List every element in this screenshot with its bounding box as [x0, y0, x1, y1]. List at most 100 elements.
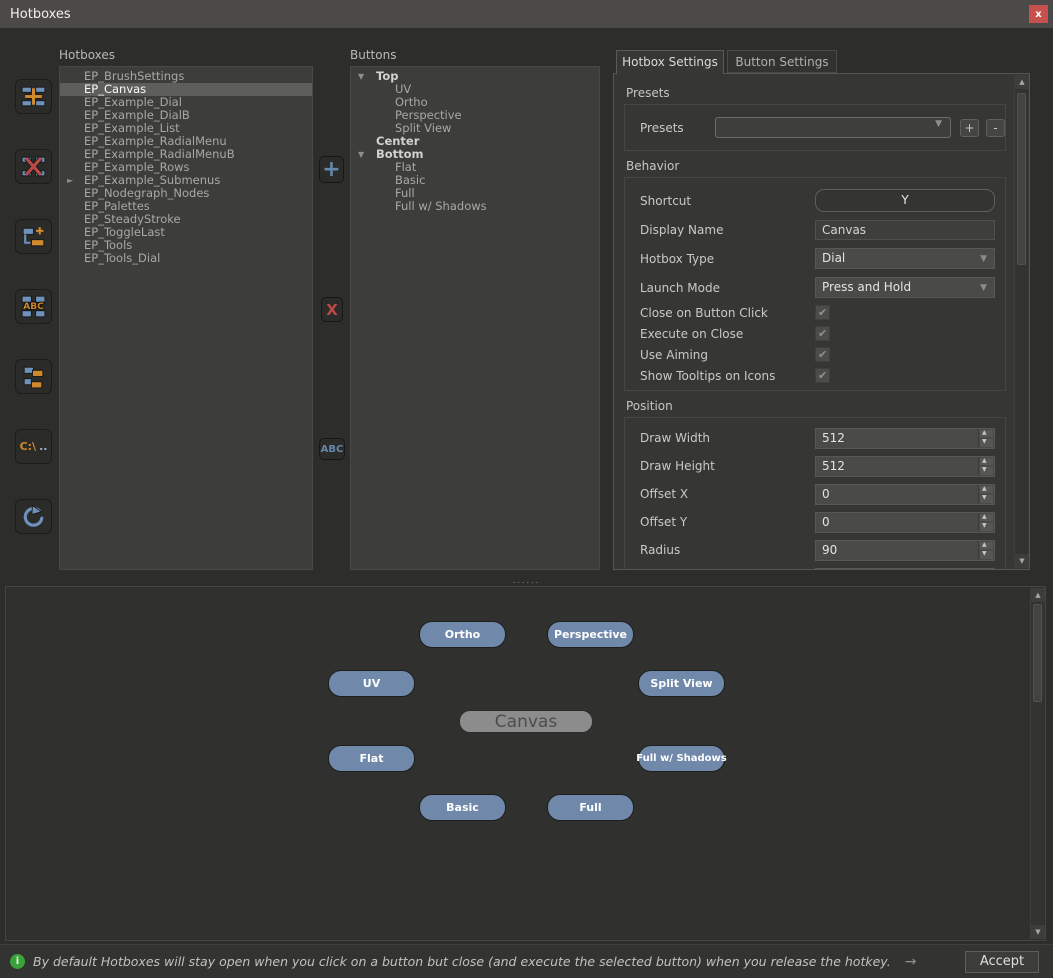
arrow-right-icon: → — [905, 954, 917, 970]
preview-button-basic[interactable]: Basic — [419, 794, 506, 821]
tree-item[interactable]: UV — [351, 83, 599, 96]
show-tooltips-checkbox[interactable] — [815, 368, 830, 383]
scroll-up-icon[interactable]: ▲ — [1015, 75, 1029, 89]
delete-button-button[interactable]: X — [321, 297, 343, 322]
scroll-down-icon[interactable]: ▼ — [1031, 925, 1045, 939]
rename-hotbox-button[interactable]: ABC — [15, 289, 52, 324]
spinner-arrows — [978, 429, 994, 448]
tab-hotbox-settings[interactable]: Hotbox Settings — [616, 50, 724, 74]
use-aiming-label: Use Aiming — [640, 348, 815, 362]
tree-group-bottom[interactable]: ▼Bottom — [351, 148, 599, 161]
hotbox-type-label: Hotbox Type — [640, 252, 815, 266]
preview-button-full-w-shadows[interactable]: Full w/ Shadows — [638, 745, 725, 772]
rename-button-button[interactable]: ABC — [319, 438, 345, 460]
tree-group-top[interactable]: ▼ Top — [351, 70, 599, 83]
show-tooltips-label: Show Tooltips on Icons — [640, 369, 815, 383]
open-hotbox-folder-button[interactable]: C:\ .. — [15, 429, 52, 464]
preview-center-canvas[interactable]: Canvas — [459, 710, 593, 733]
launch-mode-label: Launch Mode — [640, 281, 815, 295]
scroll-down-icon[interactable]: ▼ — [1015, 554, 1029, 568]
draw-width-spinner[interactable]: 512 — [815, 428, 995, 449]
reload-hotboxes-button[interactable] — [15, 499, 52, 534]
tree-item[interactable]: Ortho — [351, 96, 599, 109]
use-aiming-checkbox[interactable] — [815, 347, 830, 362]
hotbox-preview: Ortho Perspective UV Split View Canvas F… — [5, 586, 1046, 941]
clipped-spinner[interactable] — [815, 568, 995, 571]
tree-group-label: Top — [376, 69, 398, 83]
tree-item[interactable]: Basic — [351, 174, 599, 187]
tree-item[interactable]: Flat — [351, 161, 599, 174]
spin-down-icon[interactable] — [980, 495, 993, 503]
spin-up-icon[interactable] — [980, 514, 993, 522]
preview-scrollbar[interactable]: ▲ ▼ — [1030, 588, 1044, 939]
preview-button-perspective[interactable]: Perspective — [547, 621, 634, 648]
execute-on-close-label: Execute on Close — [640, 327, 815, 341]
preview-button-split-view[interactable]: Split View — [638, 670, 725, 697]
preset-add-button[interactable]: + — [960, 119, 979, 137]
spin-up-icon[interactable] — [980, 542, 993, 550]
spin-up-icon[interactable] — [980, 458, 993, 466]
info-icon: i — [10, 954, 25, 969]
spin-down-icon[interactable] — [980, 467, 993, 475]
collapse-arrow-icon[interactable]: ▼ — [358, 148, 364, 161]
draw-height-spinner[interactable]: 512 — [815, 456, 995, 477]
accept-button[interactable]: Accept — [965, 951, 1039, 973]
offset-x-spinner[interactable]: 0 — [815, 484, 995, 505]
add-button-button[interactable]: + — [319, 156, 344, 183]
offset-y-label: Offset Y — [640, 515, 815, 529]
spin-up-icon[interactable] — [980, 570, 993, 571]
collapse-arrow-icon[interactable]: ▼ — [358, 70, 364, 83]
add-hotbox-button[interactable] — [15, 79, 52, 114]
preview-button-flat[interactable]: Flat — [328, 745, 415, 772]
execute-on-close-checkbox[interactable] — [815, 326, 830, 341]
offset-y-spinner[interactable]: 0 — [815, 512, 995, 533]
drive-path-label: C:\ — [20, 440, 37, 453]
scrollbar-thumb[interactable] — [1033, 604, 1042, 702]
radius-spinner[interactable]: 90 — [815, 540, 995, 561]
draw-height-value: 512 — [816, 457, 978, 476]
new-child-hotbox-button[interactable] — [15, 219, 52, 254]
display-name-label: Display Name — [640, 223, 815, 237]
spin-up-icon[interactable] — [980, 430, 993, 438]
close-on-button-click-checkbox[interactable] — [815, 305, 830, 320]
buttons-tree: ▼Top UV Ortho Perspective Split View Cen… — [350, 66, 600, 570]
offset-y-value: 0 — [816, 513, 978, 532]
spin-down-icon[interactable] — [980, 523, 993, 531]
presets-dropdown[interactable] — [715, 117, 951, 138]
list-item[interactable]: EP_Tools_Dial — [60, 252, 312, 265]
spin-up-icon[interactable] — [980, 486, 993, 494]
launch-mode-dropdown[interactable]: Press and Hold — [815, 277, 995, 298]
expand-arrow-icon[interactable]: ► — [67, 174, 73, 187]
spin-down-icon[interactable] — [980, 551, 993, 559]
scroll-up-icon[interactable]: ▲ — [1031, 588, 1045, 602]
preset-remove-button[interactable]: - — [986, 119, 1005, 137]
shortcut-label: Shortcut — [640, 194, 815, 208]
delete-hotbox-button[interactable] — [15, 149, 52, 184]
position-group: Draw Width 512 Draw Height 512 Offset X … — [624, 417, 1006, 570]
preview-button-ortho[interactable]: Ortho — [419, 621, 506, 648]
hotbox-type-dropdown[interactable]: Dial — [815, 248, 995, 269]
spinner-arrows — [978, 485, 994, 504]
panel-splitter[interactable]: ...... — [0, 576, 1053, 585]
draw-height-label: Draw Height — [640, 459, 815, 473]
hotbox-type-value: Dial — [822, 251, 845, 265]
hotboxes-panel-label: Hotboxes — [59, 48, 115, 62]
scrollbar-thumb[interactable] — [1017, 93, 1026, 265]
list-item-label: EP_Example_Submenus — [84, 173, 220, 187]
tab-button-settings[interactable]: Button Settings — [727, 50, 837, 73]
tree-item[interactable]: Full w/ Shadows — [351, 200, 599, 213]
spinner-arrows — [978, 569, 994, 571]
preview-button-uv[interactable]: UV — [328, 670, 415, 697]
position-section-label: Position — [626, 399, 1029, 413]
settings-scrollbar[interactable]: ▲ ▼ — [1014, 75, 1028, 568]
reorder-hotboxes-button[interactable] — [15, 359, 52, 394]
path-dots-label: .. — [39, 440, 47, 453]
close-icon[interactable]: x — [1029, 5, 1048, 23]
spin-down-icon[interactable] — [980, 439, 993, 447]
display-name-input[interactable] — [815, 220, 995, 240]
shortcut-field[interactable]: Y — [815, 189, 995, 212]
status-text: By default Hotboxes will stay open when … — [33, 954, 891, 969]
tree-item[interactable]: Perspective — [351, 109, 599, 122]
behavior-group: Shortcut Y Display Name Hotbox Type Dial… — [624, 177, 1006, 391]
preview-button-full[interactable]: Full — [547, 794, 634, 821]
